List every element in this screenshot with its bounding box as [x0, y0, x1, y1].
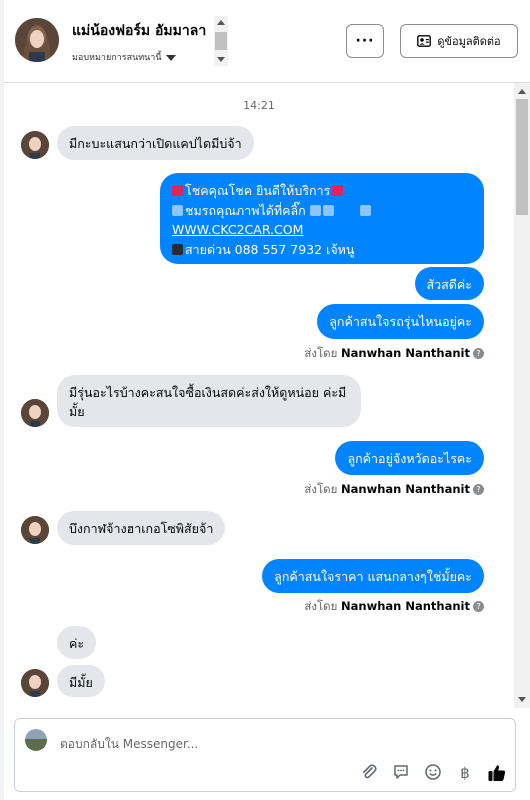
- sender-name: Nanwhan Nanthanit: [341, 599, 470, 613]
- play-emoji-icon: [172, 204, 183, 216]
- message-text: บึงกาฬจ้างฮาเกอโซพิสัยจ้า: [69, 521, 214, 536]
- view-contact-button[interactable]: ดูข้อมูลติดต่อ: [400, 24, 518, 58]
- message-text: ลูกค้าอยู่จังหวัดอะไรคะ: [347, 451, 472, 466]
- view-contact-label: ดูข้อมูลติดต่อ: [437, 35, 501, 48]
- scroll-up-arrow-icon[interactable]: [518, 89, 526, 94]
- sent-by-label: ส่งโดย Nanwhan Nanthanit?: [304, 345, 484, 363]
- sender-avatar: [21, 669, 49, 697]
- sent-by-label: ส่งโดย Nanwhan Nanthanit?: [304, 598, 484, 616]
- outgoing-message[interactable]: ลูกค้าสนใจรถรุ่นไหนอยู่คะ: [317, 304, 484, 339]
- message-text: โชคคุณโชค ยินดีให้บริการ: [185, 183, 331, 198]
- reply-icon[interactable]: [391, 763, 411, 783]
- outgoing-message[interactable]: สัวสดีค่ะ: [414, 267, 484, 300]
- sender-name: Nanwhan Nanthanit: [341, 346, 470, 360]
- scroll-thumb[interactable]: [215, 32, 227, 50]
- message-text: มีกะบะแสนกว่าเปิดแคปไดมีบ่จ้า: [69, 136, 242, 151]
- assign-conversation-dropdown[interactable]: มอบหมายการสนทนานี้: [72, 50, 176, 64]
- composer-toolbar: ฿: [359, 763, 507, 783]
- message-text: ค่ะ: [69, 636, 85, 651]
- timestamp: 14:21: [243, 99, 275, 112]
- message-text: มีรุ่นอะไรบ้างคะสนใจซื้อเงินสดค่ะส่งให้ด…: [69, 385, 347, 419]
- messenger-window: แม่น้องฟอร์ม อัมมาลา มอบหมายการสนทนานี้ …: [4, 0, 530, 800]
- outgoing-message[interactable]: โชคคุณโชค ยินดีให้บริการ ชมรถคุณภาพได้ที…: [160, 173, 484, 264]
- message-thread: 14:21 มีกะบะแสนกว่าเปิดแคปไดมีบ่จ้า โชคค…: [4, 83, 514, 708]
- currency-icon[interactable]: ฿: [455, 763, 475, 783]
- help-icon[interactable]: ?: [473, 601, 484, 612]
- scroll-thumb[interactable]: [516, 99, 528, 215]
- reply-input[interactable]: ตอบกลับใน Messenger...: [60, 735, 198, 754]
- emoji-icon[interactable]: [423, 763, 443, 783]
- incoming-message[interactable]: บึงกาฬจ้างฮาเกอโซพิสัยจ้า: [57, 511, 226, 545]
- outgoing-message[interactable]: ลูกค้าสนใจราคา แสนกลางๆใช่มั้ยคะ: [262, 559, 484, 593]
- message-text: ชมรถคุณภาพได้ที่คลิ๊ก: [185, 202, 306, 218]
- sender-name: Nanwhan Nanthanit: [341, 482, 470, 496]
- more-options-button[interactable]: ···: [346, 24, 384, 58]
- scroll-up-arrow-icon[interactable]: [217, 20, 225, 25]
- help-icon[interactable]: ?: [473, 484, 484, 495]
- incoming-message[interactable]: มีกะบะแสนกว่าเปิดแคปไดมีบ่จ้า: [57, 126, 254, 160]
- message-text: ลูกค้าสนใจรถรุ่นไหนอยู่คะ: [329, 314, 472, 329]
- play-emoji-icon: [359, 204, 371, 216]
- help-icon[interactable]: ?: [473, 348, 484, 359]
- incoming-message[interactable]: ค่ะ: [57, 626, 97, 659]
- sent-by-label: ส่งโดย Nanwhan Nanthanit?: [304, 481, 484, 499]
- caret-down-icon: [165, 54, 176, 61]
- attach-icon[interactable]: [359, 763, 379, 783]
- message-composer[interactable]: ตอบกลับใน Messenger... ฿: [14, 718, 516, 792]
- sender-avatar: [21, 399, 49, 427]
- scroll-down-arrow-icon[interactable]: [217, 57, 225, 62]
- website-link[interactable]: WWW.CKC2CAR.COM: [172, 222, 303, 237]
- contact-name[interactable]: แม่น้องฟอร์ม อัมมาลา: [72, 20, 206, 42]
- incoming-message[interactable]: มีมั้ย: [57, 665, 105, 697]
- contact-card-icon: [417, 35, 432, 47]
- message-text: ลูกค้าสนใจราคา แสนกลางๆใช่มั้ยคะ: [274, 569, 472, 584]
- sender-avatar: [21, 516, 49, 544]
- header-scrollbar[interactable]: [214, 16, 228, 66]
- scroll-down-arrow-icon[interactable]: [518, 697, 526, 702]
- conversation-header: แม่น้องฟอร์ม อัมมาลา มอบหมายการสนทนานี้ …: [4, 0, 530, 83]
- down-arrow-emoji-icon: [309, 204, 321, 216]
- decorative-emoji-icon: [172, 185, 183, 196]
- assign-label: มอบหมายการสนทนานี้: [72, 53, 162, 63]
- down-arrow-emoji-icon: [322, 204, 334, 216]
- message-text: มีมั้ย: [69, 675, 93, 690]
- outgoing-message[interactable]: ลูกค้าอยู่จังหวัดอะไรคะ: [335, 441, 484, 475]
- contact-avatar[interactable]: [15, 18, 59, 62]
- message-text: สัวสดีค่ะ: [426, 277, 472, 292]
- like-icon[interactable]: [487, 763, 507, 783]
- incoming-message[interactable]: มีรุ่นอะไรบ้างคะสนใจซื้อเงินสดค่ะส่งให้ด…: [57, 375, 361, 427]
- ellipsis-icon: ···: [355, 33, 375, 49]
- thread-scrollbar[interactable]: [514, 83, 530, 708]
- page-avatar: [25, 729, 47, 751]
- sender-avatar: [21, 131, 49, 159]
- phone-emoji-icon: [172, 243, 183, 255]
- decorative-emoji-icon: [332, 185, 344, 196]
- message-text: สายด่วน 088 557 7932 เจ้หนู: [185, 241, 355, 257]
